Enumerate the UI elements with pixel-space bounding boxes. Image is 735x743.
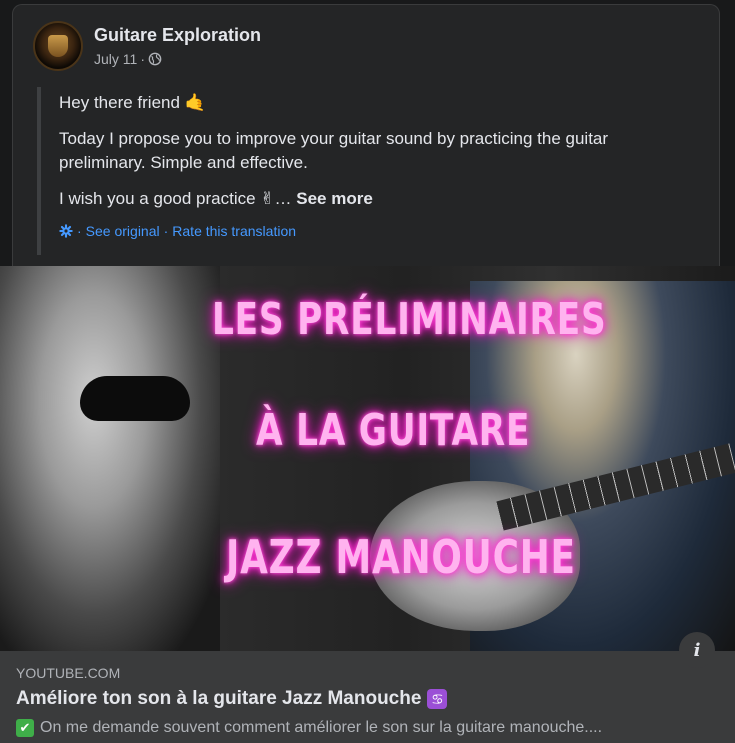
- post-card: Guitare Exploration July 11 · Hey there …: [12, 4, 720, 267]
- post-date[interactable]: July 11: [94, 51, 137, 67]
- see-more-link[interactable]: See more: [296, 189, 373, 208]
- post-text-line3-content: I wish you a good practice ✌…: [59, 189, 292, 208]
- link-title-text: Améliore ton son à la guitare Jazz Manou…: [16, 688, 422, 709]
- post-text-line1: Hey there friend 🤙: [59, 93, 206, 112]
- info-icon[interactable]: i: [679, 632, 715, 668]
- see-original-link[interactable]: See original: [86, 223, 160, 239]
- link-domain: YOUTUBE.COM: [16, 665, 121, 681]
- translation-dot-1: ·: [77, 223, 82, 239]
- link-description-text: On me demande souvent comment améliorer …: [40, 719, 603, 736]
- post-meta: July 11 ·: [94, 51, 162, 67]
- neon-title-line1: LES PRÉLIMINAIRES: [212, 294, 607, 345]
- page-name[interactable]: Guitare Exploration: [94, 25, 261, 46]
- neon-title-line3: JAZZ MANOUCHE: [226, 530, 576, 584]
- link-title[interactable]: Améliore ton son à la guitare Jazz Manou…: [16, 688, 448, 710]
- page-avatar[interactable]: [33, 21, 83, 71]
- post-text-line2: Today I propose you to improve your guit…: [59, 129, 609, 172]
- meta-separator: ·: [140, 51, 145, 67]
- gear-icon: [59, 224, 73, 238]
- rate-translation-link[interactable]: Rate this translation: [172, 223, 296, 239]
- neon-title-line2: À LA GUITARE: [256, 405, 531, 456]
- quote-bar: [37, 87, 41, 255]
- crest-logo: [48, 35, 68, 57]
- link-description: ✔ On me demande souvent comment améliore…: [16, 719, 602, 737]
- translation-bar: · See original · Rate this translation: [59, 223, 296, 239]
- check-mark-icon: ✔: [16, 719, 34, 737]
- thumbnail-figure-left: [0, 266, 220, 651]
- globe-icon: [148, 52, 162, 66]
- cancer-zodiac-icon: ♋: [427, 689, 448, 709]
- post-text-line3: I wish you a good practice ✌… See more: [59, 187, 373, 211]
- translation-dot-2: ·: [163, 223, 169, 239]
- link-preview[interactable]: YOUTUBE.COM Améliore ton son à la guitar…: [0, 651, 735, 743]
